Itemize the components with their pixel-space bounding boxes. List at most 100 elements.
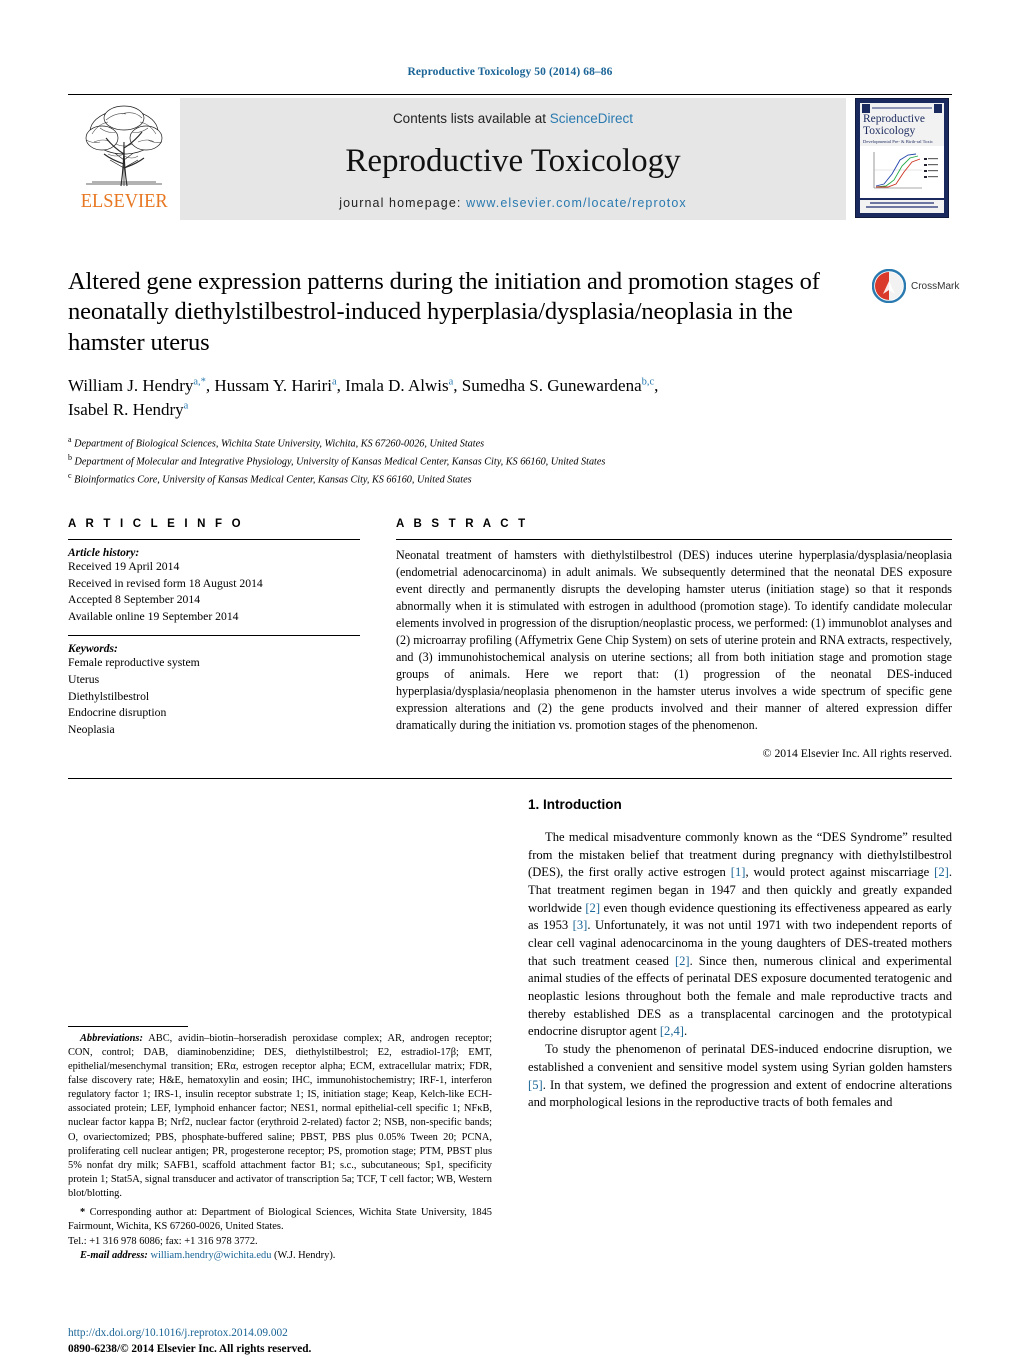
author-sup: b,c <box>641 376 655 388</box>
article-info-column: A R T I C L E I N F O Article history: R… <box>68 518 360 760</box>
intro-text: To study the phenomenon of perinatal DES… <box>528 1042 952 1074</box>
elsevier-tree-icon <box>85 105 163 187</box>
citation-link[interactable]: [1] <box>731 865 746 879</box>
intro-text: , would protect against miscarriage <box>745 865 935 880</box>
author-sup: a <box>448 376 454 388</box>
elsevier-wordmark: ELSEVIER <box>80 190 168 212</box>
doi-link[interactable]: http://dx.doi.org/10.1016/j.reprotox.201… <box>68 1325 311 1341</box>
abstract-copyright: © 2014 Elsevier Inc. All rights reserved… <box>762 746 952 760</box>
affiliation-text: Department of Biological Sciences, Wichi… <box>74 438 485 450</box>
article-history-label: Article history: <box>68 547 140 560</box>
body-columns: Abbreviations: ABC, avidin–biotin–horser… <box>68 797 952 1357</box>
cover-art: Reproductive Toxicology Developmental Pr… <box>855 98 949 218</box>
keyword-item: Endocrine disruption <box>68 706 167 720</box>
affiliation-a: a Department of Biological Sciences, Wic… <box>68 434 952 452</box>
right-column-introduction: 1. Introduction The medical misadventure… <box>528 797 952 1357</box>
info-rule-mid <box>68 635 360 637</box>
citation-link[interactable]: [2,4] <box>660 1024 684 1038</box>
section-divider-rule <box>68 777 952 779</box>
author-sup: a,* <box>193 376 206 388</box>
cover-subtitle: Developmental Pre- & Birth-ral Toxic <box>860 137 944 147</box>
cover-footer <box>860 200 944 213</box>
homepage-url-link[interactable]: www.elsevier.com/locate/reprotox <box>466 196 687 210</box>
article-info-heading: A R T I C L E I N F O <box>68 518 244 531</box>
affiliation-text: Department of Molecular and Integrative … <box>74 456 606 468</box>
abstract-column: A B S T R A C T Neonatal treatment of ha… <box>396 518 952 760</box>
intro-text: . In that system, we defined the progres… <box>528 1077 952 1110</box>
email-paragraph: E-mail address: william.hendry@wichita.e… <box>68 1249 492 1263</box>
paper-page: Reproductive Toxicology 50 (2014) 68–86 <box>0 0 1020 1355</box>
sciencedirect-link[interactable]: ScienceDirect <box>550 111 633 126</box>
doi-footer: http://dx.doi.org/10.1016/j.reprotox.201… <box>68 1325 311 1357</box>
cover-chart-icon <box>862 148 942 197</box>
intro-paragraph-2: To study the phenomenon of perinatal DES… <box>528 1041 952 1112</box>
author-list: William J. Hendrya,*, Hussam Y. Hariria,… <box>68 376 659 420</box>
citation-link[interactable]: [2] <box>934 865 949 879</box>
homepage-prefix: journal homepage: <box>339 196 467 210</box>
intro-text: . <box>683 1024 688 1039</box>
affiliation-marker: a <box>68 435 72 445</box>
abstract-text: Neonatal treatment of hamsters with diet… <box>396 548 952 732</box>
left-column-footnotes: Abbreviations: ABC, avidin–biotin–horser… <box>68 797 492 1357</box>
title-column: Altered gene expression patterns during … <box>68 267 858 358</box>
keyword-item: Neoplasia <box>68 722 115 736</box>
author-sup: a <box>332 376 337 388</box>
affiliation-marker: b <box>68 453 72 463</box>
footnotes-block: Abbreviations: ABC, avidin–biotin–horser… <box>68 1032 492 1263</box>
author-sup: a <box>183 400 189 412</box>
introduction-heading: 1. Introduction <box>528 796 622 812</box>
elsevier-logo: ELSEVIER <box>68 98 180 220</box>
footnote-stack: Abbreviations: ABC, avidin–biotin–horser… <box>68 1025 492 1263</box>
journal-cover-thumbnail: Reproductive Toxicology Developmental Pr… <box>852 98 952 220</box>
citation-link[interactable]: [2] <box>585 901 600 915</box>
citation-link[interactable]: [5] <box>528 1078 543 1092</box>
cover-title: Reproductive Toxicology <box>860 113 944 138</box>
abstract-heading: A B S T R A C T <box>396 518 529 531</box>
citation-link[interactable]: [3] <box>573 918 588 932</box>
journal-title: Reproductive Toxicology <box>345 142 681 179</box>
crossmark-icon <box>872 269 906 303</box>
issn-copyright-line: 0890-6238/© 2014 Elsevier Inc. All right… <box>68 1342 312 1355</box>
abbreviations-paragraph: Abbreviations: ABC, avidin–biotin–horser… <box>68 1032 492 1202</box>
affiliation-c: c Bioinformatics Core, University of Kan… <box>68 470 952 488</box>
history-revised: Received in revised form 18 August 2014 <box>68 576 263 590</box>
title-area: Altered gene expression patterns during … <box>68 267 959 358</box>
crossmark-badge[interactable]: CrossMark <box>872 269 959 303</box>
email-label: E-mail address: <box>80 1249 148 1261</box>
affiliation-marker: c <box>68 471 72 481</box>
telephone-line: Tel.: +1 316 978 6086; fax: +1 316 978 3… <box>68 1235 258 1247</box>
masthead-center: Contents lists available at ScienceDirec… <box>180 98 846 220</box>
contents-prefix: Contents lists available at <box>392 111 550 126</box>
abbreviations-text: ABC, avidin–biotin–horseradish peroxidas… <box>68 1032 492 1200</box>
cover-chart <box>860 146 944 199</box>
footnote-rule <box>68 1025 188 1027</box>
history-online: Available online 19 September 2014 <box>68 609 239 623</box>
citation-link[interactable]: [2] <box>675 954 690 968</box>
page-title: Altered gene expression patterns during … <box>68 268 820 356</box>
keyword-item: Female reproductive system <box>68 656 200 670</box>
email-suffix: (W.J. Hendry). <box>274 1249 336 1261</box>
info-abstract-row: A R T I C L E I N F O Article history: R… <box>68 518 952 760</box>
corresponding-author-text: Corresponding author at: Department of B… <box>68 1207 492 1233</box>
corresponding-author-paragraph: * Corresponding author at: Department of… <box>68 1206 492 1234</box>
keyword-item: Diethylstilbestrol <box>68 689 150 703</box>
journal-homepage-line: journal homepage: www.elsevier.com/locat… <box>339 196 687 210</box>
journal-masthead: ELSEVIER Contents lists available at Sci… <box>68 98 952 220</box>
crossmark-label: CrossMark <box>911 280 960 292</box>
abbreviations-label: Abbreviations: <box>80 1032 143 1044</box>
affiliation-b: b Department of Molecular and Integrativ… <box>68 452 952 470</box>
history-accepted: Accepted 8 September 2014 <box>68 593 201 607</box>
intro-paragraph-1: The medical misadventure commonly known … <box>528 829 952 1041</box>
contents-line: Contents lists available at ScienceDirec… <box>393 111 633 126</box>
keywords-label: Keywords: <box>68 643 118 656</box>
keyword-item: Uterus <box>68 673 100 687</box>
asterisk-icon: * <box>80 1207 86 1219</box>
introduction-body: The medical misadventure commonly known … <box>528 829 952 1112</box>
email-link[interactable]: william.hendry@wichita.edu <box>150 1250 271 1261</box>
abstract-rule-top <box>396 539 952 541</box>
info-rule-top <box>68 539 360 541</box>
cover-topbar <box>860 103 944 114</box>
affiliations: a Department of Biological Sciences, Wic… <box>68 434 952 488</box>
history-received: Received 19 April 2014 <box>68 560 180 574</box>
affiliation-text: Bioinformatics Core, University of Kansa… <box>74 474 472 486</box>
